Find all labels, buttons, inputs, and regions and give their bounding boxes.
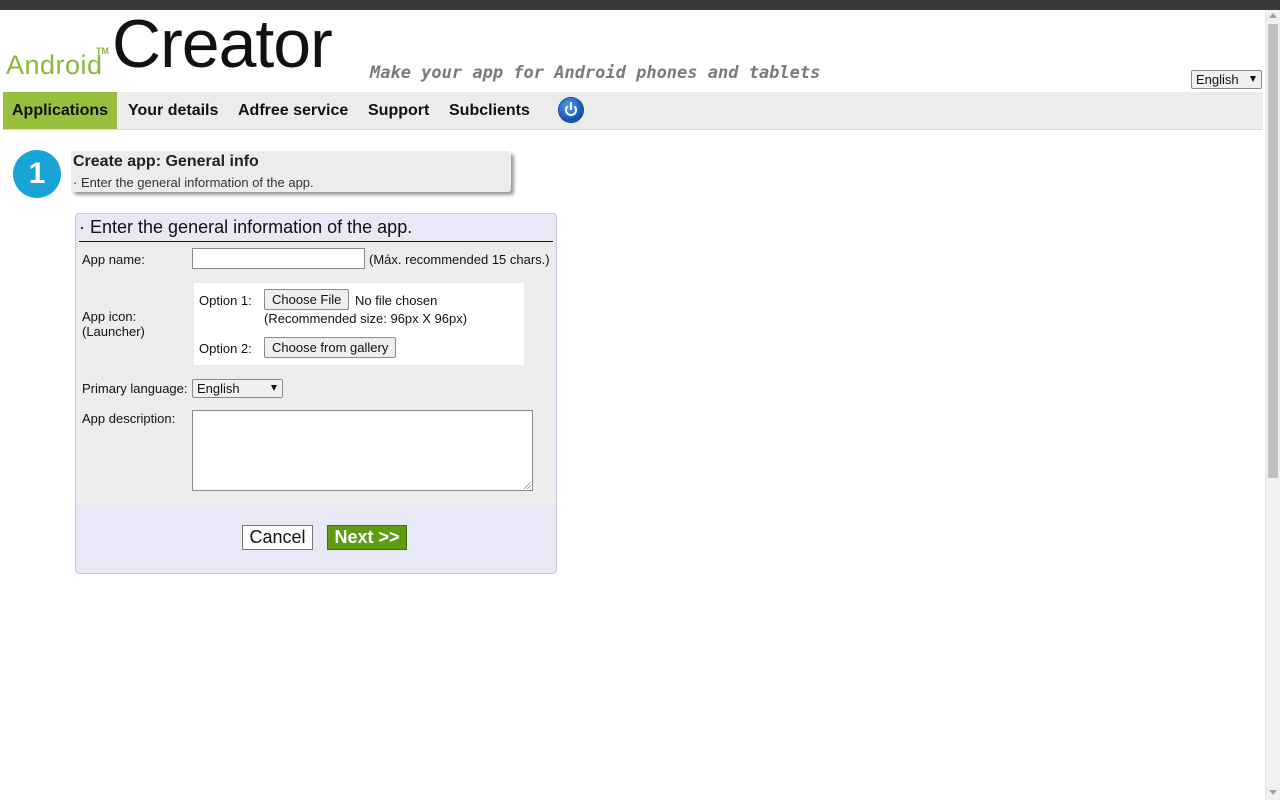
app-description-textarea[interactable] <box>192 410 533 491</box>
app-name-label: App name: <box>82 252 145 267</box>
scroll-up-arrow-icon[interactable] <box>1269 13 1277 18</box>
app-icon-options: Option 1: Choose File No file chosen (Re… <box>194 283 524 365</box>
primary-language-label: Primary language: <box>82 381 188 396</box>
step-header-box: Create app: General info · Enter the gen… <box>71 151 511 192</box>
option2-label: Option 2: <box>199 341 252 356</box>
language-select-value: English <box>1196 72 1239 87</box>
general-info-form: · Enter the general information of the a… <box>75 213 557 574</box>
dropdown-caret-icon <box>1250 76 1256 82</box>
app-icon-label: App icon: <box>82 309 137 324</box>
primary-language-value: English <box>197 381 240 396</box>
choose-file-button[interactable]: Choose File <box>264 289 350 310</box>
cancel-button[interactable]: Cancel <box>242 525 313 550</box>
logo-android-text: Android <box>6 50 103 80</box>
next-button[interactable]: Next >> <box>327 525 407 550</box>
recommended-size-text: (Recommended size: 96px X 96px) <box>264 311 468 326</box>
logo-creator-text: Creator <box>112 6 333 82</box>
power-icon[interactable] <box>559 98 583 122</box>
option1-label: Option 1: <box>199 293 252 308</box>
choose-from-gallery-button[interactable]: Choose from gallery <box>264 337 397 358</box>
power-bar <box>570 102 572 110</box>
resize-grip-icon[interactable] <box>524 482 531 489</box>
nav-item-adfree-service[interactable]: Adfree service <box>229 92 357 129</box>
vertical-scrollbar[interactable] <box>1265 10 1280 800</box>
scrollbar-thumb[interactable] <box>1268 24 1278 478</box>
app-name-input[interactable] <box>192 248 365 269</box>
android-creator-logo[interactable]: Android TM Creator <box>6 10 366 88</box>
nav-item-applications[interactable]: Applications <box>3 92 118 129</box>
step-subtitle: · Enter the general information of the a… <box>73 175 314 190</box>
nav-item-subclients[interactable]: Subclients <box>440 92 539 129</box>
tagline: Make your app for Android phones and tab… <box>370 63 821 83</box>
no-file-chosen-text: No file chosen <box>355 293 438 308</box>
form-heading: · Enter the general information of the a… <box>79 217 553 242</box>
dropdown-caret-icon <box>271 385 277 391</box>
main-nav: Applications Your details Adfree service… <box>3 92 1263 130</box>
nav-item-your-details[interactable]: Your details <box>119 92 227 129</box>
logo-trademark: TM <box>96 46 109 56</box>
language-select[interactable]: English <box>1191 70 1262 89</box>
nav-item-support[interactable]: Support <box>359 92 438 129</box>
primary-language-select[interactable]: English <box>192 379 283 398</box>
step-title: Create app: General info <box>73 153 259 170</box>
app-description-label: App description: <box>82 411 176 426</box>
app-name-hint: (Máx. recommended 15 chars.) <box>369 252 550 267</box>
step-number-badge: 1 <box>13 150 61 198</box>
app-icon-sublabel: (Launcher) <box>82 324 145 339</box>
scroll-down-arrow-icon[interactable] <box>1269 790 1277 795</box>
